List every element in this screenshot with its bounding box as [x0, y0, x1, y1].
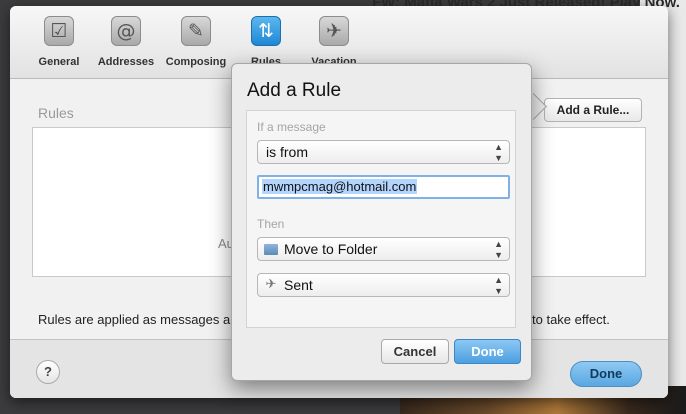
- chevron-up-down-icon: ▲ ▼: [494, 239, 503, 260]
- condition-select[interactable]: is from ▲ ▼: [257, 140, 510, 164]
- folder-select[interactable]: ✈ Sent ▲ ▼: [257, 273, 510, 297]
- action-value: Move to Folder: [284, 241, 378, 257]
- airplane-icon: ✈: [319, 16, 349, 46]
- done-button[interactable]: Done: [570, 361, 642, 387]
- add-rule-sheet: Add a Rule If a message is from ▲ ▼ mwmpc…: [231, 63, 532, 381]
- tab-vacation[interactable]: ✈ Vacation: [298, 16, 370, 68]
- sent-icon: ✈: [265, 277, 277, 292]
- tab-rules[interactable]: ⇅ Rules: [230, 16, 302, 68]
- help-button[interactable]: ?: [36, 360, 60, 384]
- add-rule-button[interactable]: Add a Rule...: [544, 98, 642, 122]
- tab-general[interactable]: ☑ General: [23, 16, 95, 68]
- sheet-done-button[interactable]: Done: [454, 339, 521, 364]
- tab-general-label: General: [38, 56, 80, 68]
- rule-settings-panel: If a message is from ▲ ▼ mwmpcmag@hotmail…: [246, 110, 516, 328]
- if-message-label: If a message: [257, 120, 326, 134]
- tab-composing[interactable]: ✎ Composing: [160, 16, 232, 68]
- cancel-button[interactable]: Cancel: [381, 339, 449, 364]
- then-label: Then: [257, 217, 285, 231]
- email-field[interactable]: mwmpcmag@hotmail.com: [257, 175, 510, 199]
- tab-addresses-label: Addresses: [97, 56, 155, 68]
- rules-note: Rules are applied as messages ar: [38, 312, 235, 327]
- compose-icon: ✎: [181, 16, 211, 46]
- chevron-up-down-icon: ▲ ▼: [494, 275, 503, 296]
- folder-value: Sent: [284, 277, 313, 293]
- condition-value: is from: [266, 144, 308, 160]
- tab-addresses[interactable]: @ Addresses: [90, 16, 162, 68]
- email-value: mwmpcmag@hotmail.com: [262, 179, 418, 194]
- checkbox-icon: ☑: [44, 16, 74, 46]
- rules-note-end: to take effect.: [532, 312, 610, 327]
- rules-section-title: Rules: [38, 105, 74, 121]
- folder-icon: [264, 244, 278, 255]
- tab-composing-label: Composing: [165, 56, 227, 68]
- chevron-up-down-icon: ▲ ▼: [494, 142, 503, 163]
- sheet-title: Add a Rule: [247, 80, 342, 101]
- action-select[interactable]: Move to Folder ▲ ▼: [257, 237, 510, 261]
- rules-icon: ⇅: [251, 16, 281, 46]
- at-sign-icon: @: [111, 16, 141, 46]
